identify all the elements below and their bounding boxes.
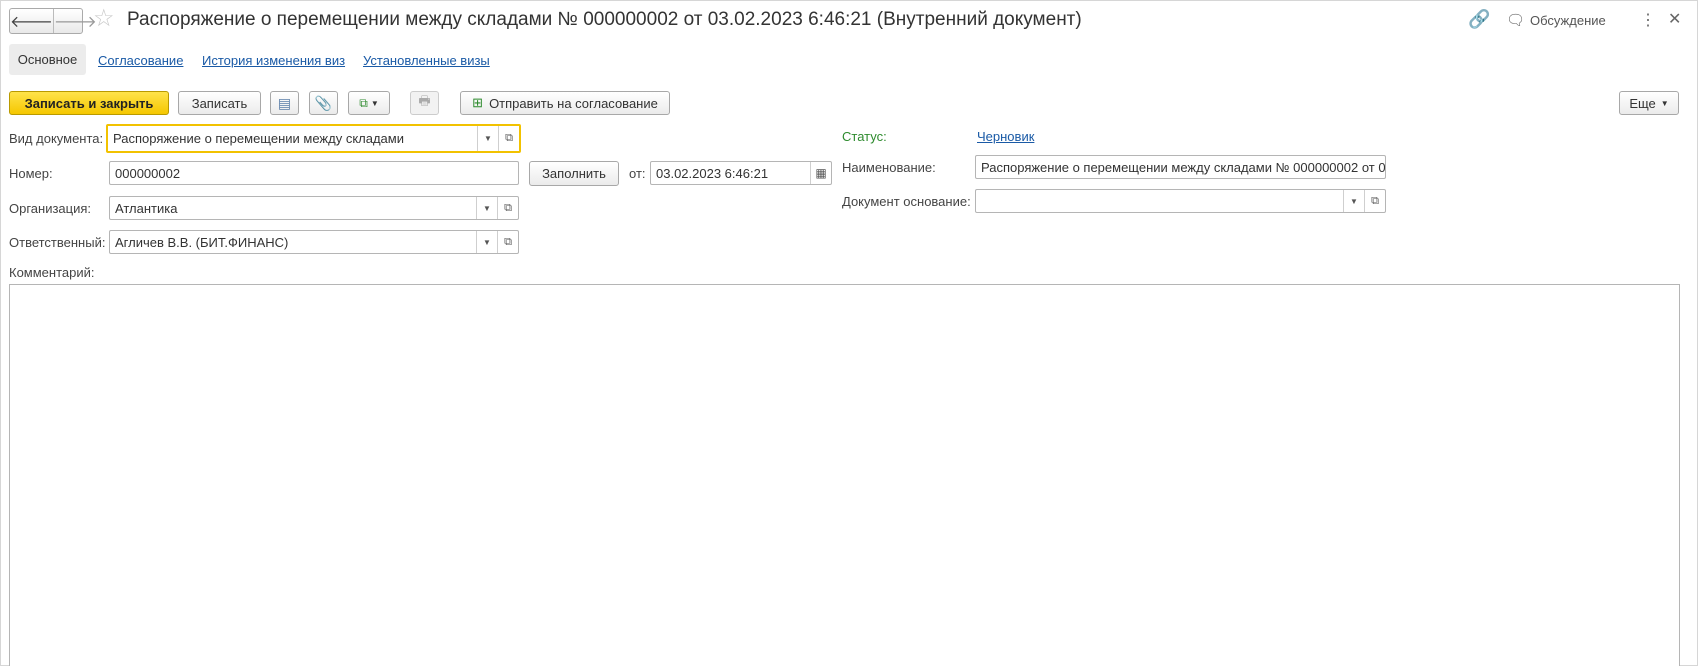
comment-label: Комментарий: — [9, 265, 95, 280]
name-field[interactable]: Распоряжение о перемещении между складам… — [975, 155, 1386, 179]
tab-main[interactable]: Основное — [9, 44, 86, 75]
doc-type-label: Вид документа: — [9, 131, 104, 146]
forward-arrow-icon[interactable]: 🡒 — [52, 9, 97, 33]
print-button[interactable]: 🖶 — [410, 91, 439, 115]
page-title: Распоряжение о перемещении между складам… — [127, 9, 1082, 30]
comment-textarea[interactable] — [9, 284, 1680, 666]
link-icon[interactable]: 🔗 — [1468, 9, 1490, 30]
calendar-icon[interactable]: ▦ — [810, 162, 831, 184]
org-value: Атлантика — [115, 200, 178, 216]
close-icon[interactable]: ✕ — [1668, 9, 1681, 29]
chevron-down-icon[interactable]: ▼ — [1343, 190, 1364, 212]
open-icon[interactable]: ⧉ — [498, 126, 519, 151]
responsible-field[interactable]: Агличев В.В. (БИТ.ФИНАНС) ▼ ⧉ — [109, 230, 519, 254]
basis-label: Документ основание: — [842, 194, 971, 209]
tab-approval[interactable]: Согласование — [98, 53, 183, 68]
printer-icon: 🖶 — [418, 93, 431, 108]
back-arrow-icon[interactable]: 🡐 — [10, 9, 53, 33]
responsible-label: Ответственный: — [9, 235, 106, 250]
open-icon[interactable]: ⧉ — [1364, 190, 1385, 212]
star-icon[interactable]: ☆ — [93, 6, 115, 32]
tab-visas[interactable]: Установленные визы — [363, 53, 490, 68]
open-icon[interactable]: ⧉ — [497, 197, 518, 219]
create-based-on-button[interactable]: ⧉ ▼ — [348, 91, 390, 115]
chat-icon[interactable]: 🗨 — [1506, 11, 1525, 29]
basis-value — [976, 190, 1343, 212]
more-button[interactable]: Еще ▼ — [1619, 91, 1679, 115]
responsible-value: Агличев В.В. (БИТ.ФИНАНС) — [115, 234, 289, 250]
doc-type-value: Распоряжение о перемещении между складам… — [113, 131, 404, 146]
fill-button[interactable]: Заполнить — [529, 161, 619, 186]
status-label: Статус: — [842, 129, 887, 144]
paperclip-icon: 📎 — [314, 94, 333, 111]
send-approval-button[interactable]: ⊞ Отправить на согласование — [460, 91, 670, 115]
chevron-down-icon: ▼ — [370, 98, 379, 108]
basis-field[interactable]: ▼ ⧉ — [975, 189, 1386, 213]
nav-buttons: 🡐 🡒 — [9, 8, 97, 34]
status-link[interactable]: Черновик — [977, 129, 1034, 144]
chevron-down-icon[interactable]: ▼ — [477, 126, 498, 151]
save-button[interactable]: Записать — [178, 91, 261, 115]
date-label: от: — [629, 166, 646, 181]
name-label: Наименование: — [842, 160, 936, 175]
open-icon[interactable]: ⧉ — [497, 231, 518, 253]
name-value: Распоряжение о перемещении между складам… — [981, 159, 1385, 175]
save-close-button[interactable]: Записать и закрыть — [9, 91, 169, 115]
report-button[interactable]: ▤ — [270, 91, 299, 115]
chevron-down-icon[interactable]: ▼ — [476, 231, 497, 253]
chevron-down-icon: ▼ — [1660, 98, 1669, 108]
attach-button[interactable]: 📎 — [309, 91, 338, 115]
number-value: 000000002 — [115, 165, 181, 181]
tab-visa-history[interactable]: История изменения виз — [202, 53, 345, 68]
number-label: Номер: — [9, 166, 53, 181]
document-list-icon: ▤ — [277, 94, 292, 111]
more-icon[interactable]: ⋮ — [1640, 10, 1656, 30]
org-field[interactable]: Атлантика ▼ ⧉ — [109, 196, 519, 220]
add-route-icon: ⊞ — [472, 95, 484, 110]
more-label: Еще — [1629, 95, 1656, 111]
create-based-on-icon: ⧉ — [359, 95, 368, 110]
send-approval-label: Отправить на согласование — [489, 95, 658, 111]
date-value: 03.02.2023 6:46:21 — [656, 165, 769, 181]
discuss-link[interactable]: Обсуждение — [1530, 13, 1606, 28]
org-label: Организация: — [9, 201, 92, 216]
chevron-down-icon[interactable]: ▼ — [476, 197, 497, 219]
number-field[interactable]: 000000002 — [109, 161, 519, 185]
date-field[interactable]: 03.02.2023 6:46:21 ▦ — [650, 161, 832, 185]
doc-type-field[interactable]: Распоряжение о перемещении между складам… — [106, 124, 521, 153]
